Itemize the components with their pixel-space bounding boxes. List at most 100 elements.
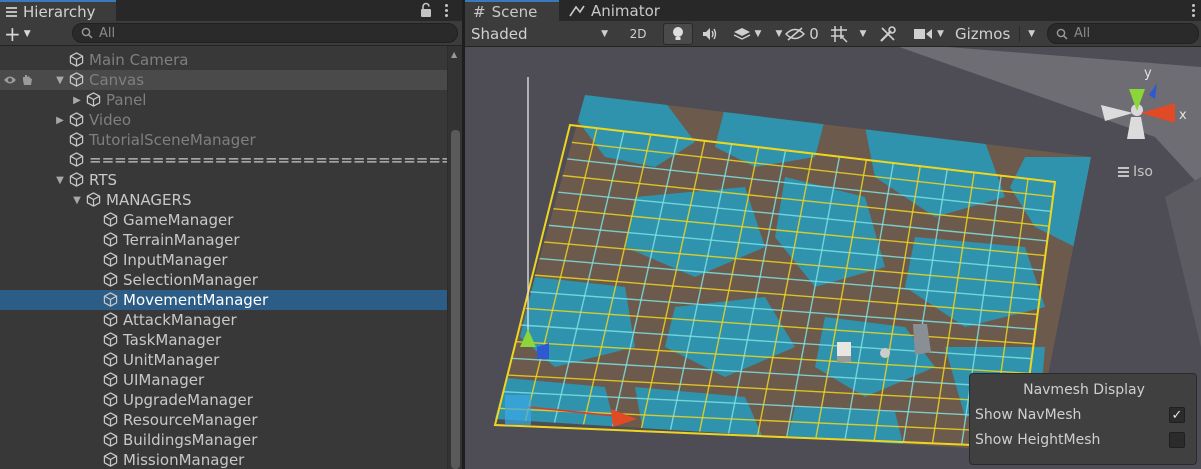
show-navmesh-checkbox[interactable]: ✓ bbox=[1169, 407, 1185, 423]
hierarchy-search-input[interactable]: All bbox=[72, 23, 458, 43]
hierarchy-row[interactable]: ▼ MANAGERS bbox=[0, 190, 447, 210]
hierarchy-row-label: Panel bbox=[106, 91, 147, 109]
hierarchy-row[interactable]: UIManager bbox=[0, 370, 447, 390]
scene-toolbar: Shaded ▼ 2D ▼ ▼ 0 ▼ ▼ Gizmos ▼ All bbox=[465, 21, 1201, 47]
gameobject-cube-icon bbox=[103, 272, 118, 287]
iso-icon bbox=[1118, 167, 1129, 177]
hidden-eye-icon bbox=[785, 27, 806, 41]
gameobject-cube-icon bbox=[103, 352, 118, 367]
grid-menu-button[interactable]: ▼ bbox=[853, 23, 873, 45]
layers-icon bbox=[733, 28, 750, 40]
gameobject-cube-icon bbox=[86, 92, 101, 107]
expanded-arrow-icon[interactable]: ▼ bbox=[55, 75, 65, 86]
hierarchy-row-label: MissionManager bbox=[123, 451, 245, 469]
gameobject-cube-icon bbox=[69, 52, 84, 67]
hierarchy-scroll-thumb[interactable] bbox=[451, 130, 460, 469]
scene-search-input[interactable]: All bbox=[1047, 23, 1199, 44]
expanded-arrow-icon[interactable]: ▼ bbox=[72, 195, 82, 206]
grid-snap-icon bbox=[831, 26, 848, 43]
projection-label: Iso bbox=[1133, 164, 1153, 180]
lock-icon[interactable] bbox=[419, 2, 433, 18]
hierarchy-row-label: UpgradeManager bbox=[123, 391, 253, 409]
unit-icon[interactable] bbox=[880, 348, 890, 358]
gameobject-cube-icon bbox=[103, 452, 118, 467]
tab-animator[interactable]: Animator bbox=[561, 0, 671, 21]
tab-animator-label: Animator bbox=[591, 1, 660, 20]
hierarchy-row[interactable]: InputManager bbox=[0, 250, 447, 270]
tools-button[interactable] bbox=[875, 23, 901, 45]
gizmo-x-label: x bbox=[1179, 108, 1187, 123]
pivot-plane-handle[interactable] bbox=[505, 395, 531, 425]
gizmos-dropdown[interactable]: Gizmos ▼ bbox=[951, 23, 1039, 45]
hierarchy-row[interactable]: ▶ Video bbox=[0, 110, 447, 130]
hierarchy-row[interactable]: MissionManager bbox=[0, 450, 447, 469]
visibility-eye-icon[interactable] bbox=[3, 75, 17, 85]
collapsed-arrow-icon[interactable]: ▶ bbox=[55, 115, 65, 126]
hierarchy-row[interactable]: ▼ RTS bbox=[0, 170, 447, 190]
gameobject-cube-icon bbox=[103, 412, 118, 427]
scroll-up-icon[interactable]: ▲ bbox=[451, 50, 457, 59]
hierarchy-row[interactable]: GameManager bbox=[0, 210, 447, 230]
scene-menu-icon[interactable] bbox=[1187, 2, 1199, 18]
hierarchy-row[interactable]: SelectionManager bbox=[0, 270, 447, 290]
gizmo-y-label: y bbox=[1144, 66, 1152, 81]
hierarchy-row-label: GameManager bbox=[123, 211, 234, 229]
plus-icon: + bbox=[4, 21, 21, 46]
pickable-hand-icon[interactable] bbox=[21, 74, 33, 86]
hierarchy-row-label: TaskManager bbox=[123, 331, 222, 349]
chevron-down-icon: ▼ bbox=[859, 29, 867, 39]
hierarchy-row-label: InputManager bbox=[123, 251, 228, 269]
hierarchy-row-label: Canvas bbox=[89, 71, 145, 89]
hierarchy-toolbar: + ▼ All bbox=[0, 21, 462, 46]
gameobject-cube-icon bbox=[69, 152, 84, 167]
hierarchy-scrollbar[interactable]: ▲ bbox=[447, 46, 462, 469]
chevron-down-icon: ▼ bbox=[601, 29, 608, 39]
hierarchy-row-label: UIManager bbox=[123, 371, 205, 389]
shading-mode-dropdown[interactable]: Shaded ▼ bbox=[467, 23, 612, 45]
hierarchy-row[interactable]: ResourceManager bbox=[0, 410, 447, 430]
scene-visibility-toggle[interactable]: 0 bbox=[783, 23, 821, 45]
animator-icon bbox=[569, 5, 585, 16]
chevron-down-icon: ▼ bbox=[775, 29, 783, 39]
tab-scene[interactable]: # Scene bbox=[465, 0, 559, 21]
hierarchy-row-label: AttackManager bbox=[123, 311, 237, 329]
toggle-2d-label: 2D bbox=[629, 27, 647, 41]
hierarchy-menu-icon[interactable] bbox=[440, 2, 452, 18]
projection-toggle[interactable]: Iso bbox=[1118, 164, 1153, 180]
effects-dropdown[interactable]: ▼ bbox=[727, 23, 767, 45]
hierarchy-row[interactable]: TerrainManager bbox=[0, 230, 447, 250]
gizmos-label: Gizmos bbox=[955, 25, 1011, 43]
hierarchy-row[interactable]: UpgradeManager bbox=[0, 390, 447, 410]
hierarchy-row[interactable]: AttackManager bbox=[0, 310, 447, 330]
scene-viewport[interactable]: x y Iso Navmesh Display Show NavMesh ✓ S… bbox=[465, 47, 1201, 469]
tab-scene-label: Scene bbox=[491, 2, 538, 21]
collapsed-arrow-icon[interactable]: ▶ bbox=[72, 95, 82, 106]
show-heightmesh-checkbox[interactable] bbox=[1169, 432, 1185, 448]
hierarchy-row[interactable]: ▼ Canvas bbox=[0, 70, 447, 90]
expanded-arrow-icon[interactable]: ▼ bbox=[55, 175, 65, 186]
gameobject-cube-icon bbox=[103, 232, 118, 247]
hierarchy-row[interactable]: ===================================== bbox=[0, 150, 447, 170]
audio-toggle-button[interactable] bbox=[697, 23, 723, 45]
hierarchy-row[interactable]: Main Camera bbox=[0, 50, 447, 70]
hierarchy-row[interactable]: ▶ Panel bbox=[0, 90, 447, 110]
hierarchy-row[interactable]: MovementManager bbox=[0, 290, 447, 310]
hierarchy-row-label: MANAGERS bbox=[106, 191, 192, 209]
tab-hierarchy[interactable]: Hierarchy bbox=[0, 0, 116, 21]
hierarchy-row[interactable]: TutorialSceneManager bbox=[0, 130, 447, 150]
hierarchy-row[interactable]: BuildingsManager bbox=[0, 430, 447, 450]
option-show-heightmesh[interactable]: Show HeightMesh bbox=[975, 430, 1193, 450]
create-button[interactable]: + ▼ bbox=[4, 21, 40, 46]
camera-dropdown[interactable]: ▼ bbox=[909, 23, 949, 45]
navmesh-display-overlay: Navmesh Display Show NavMesh ✓ Show Heig… bbox=[969, 373, 1197, 465]
selected-object[interactable] bbox=[837, 342, 851, 356]
toggle-2d-button[interactable]: 2D bbox=[623, 23, 653, 45]
search-icon bbox=[81, 27, 93, 39]
grid-toggle-button[interactable] bbox=[827, 23, 851, 45]
lighting-toggle-button[interactable] bbox=[663, 23, 693, 45]
hierarchy-row[interactable]: TaskManager bbox=[0, 330, 447, 350]
hierarchy-row-label: TerrainManager bbox=[123, 231, 240, 249]
hierarchy-row[interactable]: UnitManager bbox=[0, 350, 447, 370]
tools-icon bbox=[880, 26, 896, 42]
option-show-navmesh[interactable]: Show NavMesh ✓ bbox=[975, 405, 1193, 425]
